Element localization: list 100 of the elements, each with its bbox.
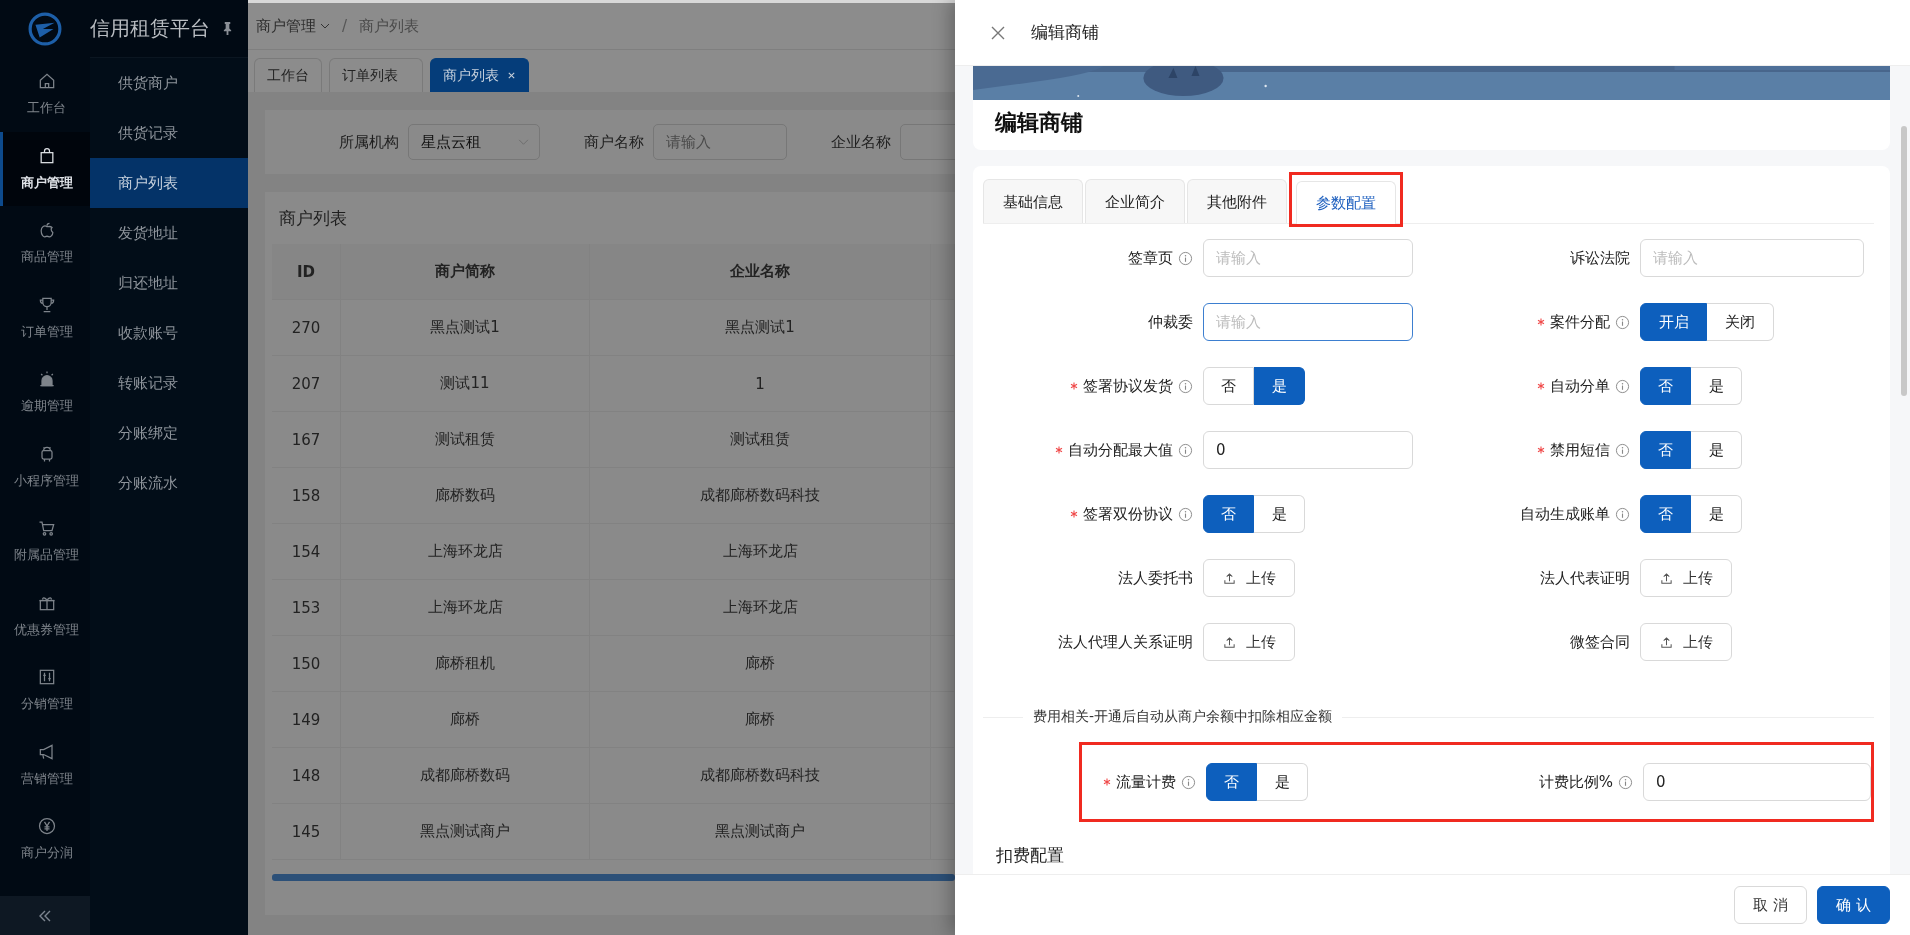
column-header: 企业名称	[590, 244, 931, 299]
segment-button[interactable]: 否	[1640, 495, 1691, 533]
table-cell: 廊桥	[590, 636, 931, 691]
segment-button[interactable]: 是	[1691, 495, 1742, 533]
select-field[interactable]: 星点云租	[408, 124, 540, 160]
field-label: 签署协议发货	[1083, 376, 1173, 396]
field-label: 流量计费	[1116, 772, 1176, 792]
input-field[interactable]: 0	[1643, 763, 1871, 801]
table-cell: 上海环龙店	[590, 580, 931, 635]
pin-icon[interactable]	[222, 21, 233, 36]
menu-item[interactable]: 附属品管理	[0, 504, 90, 579]
segment-button[interactable]: 是	[1254, 495, 1305, 533]
field-label: 法人委托书	[1118, 568, 1193, 588]
info-icon[interactable]	[1618, 774, 1633, 790]
upload-icon	[1222, 571, 1236, 585]
table-cell: 测试11	[341, 356, 590, 411]
segment-button[interactable]: 否	[1640, 367, 1691, 405]
field-label: 签署双份协议	[1083, 504, 1173, 524]
segment-button[interactable]: 是	[1254, 367, 1305, 405]
scrollbar-thumb[interactable]	[272, 874, 955, 881]
breadcrumb-separator: /	[342, 17, 348, 35]
segment-button[interactable]: 是	[1257, 763, 1308, 801]
caret-icon	[320, 23, 330, 29]
field-label: 法人代表证明	[1540, 568, 1630, 588]
segment-button[interactable]: 否	[1640, 431, 1691, 469]
table-cell: 测试租赁	[341, 412, 590, 467]
table-cell: 148	[272, 748, 341, 803]
confirm-button[interactable]: 确 认	[1817, 886, 1890, 924]
page-tab[interactable]: 工作台	[254, 58, 322, 92]
field-label: 诉讼法院	[1570, 248, 1630, 268]
menu-item[interactable]: 商户分润	[0, 802, 90, 877]
page-tab[interactable]: 商户列表	[430, 58, 529, 92]
tab[interactable]: 基础信息	[983, 179, 1083, 223]
filter-label: 所属机构	[339, 132, 399, 152]
submenu-item[interactable]: 归还地址	[90, 258, 248, 308]
info-icon[interactable]	[1178, 250, 1193, 266]
segment-button[interactable]: 是	[1691, 367, 1742, 405]
info-icon[interactable]	[1178, 378, 1193, 394]
field-label: 案件分配	[1550, 312, 1610, 332]
card-title: 编辑商铺	[994, 109, 1084, 137]
upload-button[interactable]: 上传	[1640, 559, 1732, 597]
menu-item[interactable]: 订单管理	[0, 280, 90, 355]
tab[interactable]: 企业简介	[1085, 179, 1185, 223]
segment-button[interactable]: 关闭	[1707, 303, 1774, 341]
menu-item[interactable]: 小程序管理	[0, 429, 90, 504]
menu-item[interactable]: 商户管理	[0, 131, 90, 206]
table-cell: 廊桥	[590, 692, 931, 747]
menu-item[interactable]: 分销管理	[0, 653, 90, 728]
submenu-item[interactable]: 供货记录	[90, 108, 248, 158]
breadcrumb-link[interactable]: 商户管理	[256, 16, 316, 36]
info-icon[interactable]	[1178, 506, 1193, 522]
table-cell: 158	[272, 468, 341, 523]
upload-button[interactable]: 上传	[1203, 559, 1295, 597]
breadcrumb-current: 商户列表	[359, 16, 420, 36]
submenu-item[interactable]: 转账记录	[90, 358, 248, 408]
tab[interactable]: 参数配置	[1296, 181, 1396, 224]
info-icon[interactable]	[1615, 378, 1630, 394]
field-label: 自动分单	[1550, 376, 1610, 396]
filter-label: 企业名称	[831, 132, 891, 152]
info-icon[interactable]	[1178, 442, 1193, 458]
yen-icon	[36, 816, 57, 837]
cancel-button[interactable]: 取 消	[1734, 886, 1808, 924]
segment-button[interactable]: 是	[1691, 431, 1742, 469]
submenu-item[interactable]: 发货地址	[90, 208, 248, 258]
table-cell: 黑点测试商户	[590, 804, 931, 859]
field-label: 自动生成账单	[1520, 504, 1610, 524]
info-icon[interactable]	[1615, 442, 1630, 458]
upload-button[interactable]: 上传	[1640, 623, 1732, 661]
segment-button[interactable]: 否	[1206, 763, 1257, 801]
table-cell: 167	[272, 412, 341, 467]
segment-button[interactable]: 否	[1203, 495, 1254, 533]
field-label: 签章页	[1128, 248, 1173, 268]
input-field[interactable]: 0	[1203, 431, 1413, 469]
scrollbar-thumb[interactable]	[1901, 126, 1907, 396]
upload-icon	[1659, 571, 1673, 585]
menu-item[interactable]: 商品管理	[0, 206, 90, 281]
info-icon[interactable]	[1615, 314, 1630, 330]
filter-label: 商户名称	[584, 132, 644, 152]
segment-button[interactable]: 开启	[1640, 303, 1707, 341]
submenu-item[interactable]: 分账流水	[90, 458, 248, 508]
info-icon[interactable]	[1181, 774, 1196, 790]
table-cell: 成都廊桥数码	[341, 748, 590, 803]
menu-item[interactable]: 工作台	[0, 57, 90, 132]
tab[interactable]: 其他附件	[1187, 179, 1287, 223]
close-icon[interactable]	[991, 25, 1005, 40]
menu-item[interactable]: 优惠券管理	[0, 578, 90, 653]
menu-item[interactable]: 逾期管理	[0, 355, 90, 430]
table-cell: 153	[272, 580, 341, 635]
submenu-item[interactable]: 商户列表	[90, 158, 248, 208]
info-icon[interactable]	[1615, 506, 1630, 522]
page-tab[interactable]: 订单列表	[329, 58, 423, 92]
upload-icon	[1659, 635, 1673, 649]
table-cell: 廊桥数码	[341, 468, 590, 523]
submenu-item[interactable]: 收款账号	[90, 308, 248, 358]
submenu-item[interactable]: 分账绑定	[90, 408, 248, 458]
table-cell: 黑点测试商户	[341, 804, 590, 859]
menu-item[interactable]: 营销管理	[0, 727, 90, 802]
submenu-item[interactable]: 供货商户	[90, 58, 248, 108]
upload-button[interactable]: 上传	[1203, 623, 1295, 661]
table-cell: 207	[272, 356, 341, 411]
